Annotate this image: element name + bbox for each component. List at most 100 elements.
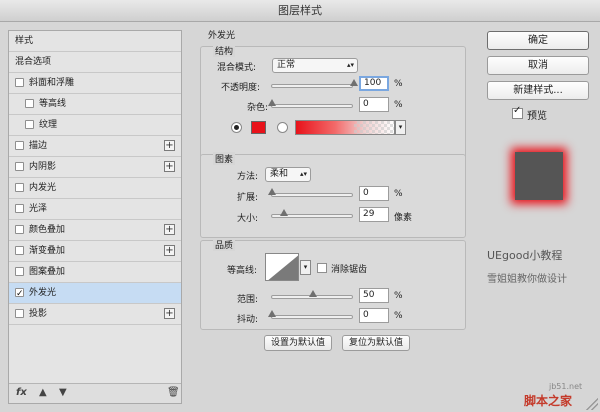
- style-list-item-label: 内发光: [29, 183, 57, 193]
- ok-button[interactable]: 确定: [487, 31, 589, 50]
- style-checkbox[interactable]: [15, 309, 24, 318]
- solid-color-radio[interactable]: [231, 122, 242, 133]
- range-slider-thumb[interactable]: [309, 290, 317, 297]
- transparency-checker: [354, 121, 394, 134]
- style-list-item[interactable]: 投影 +: [9, 304, 181, 325]
- style-checkbox[interactable]: [25, 99, 34, 108]
- opacity-input[interactable]: 100: [359, 76, 389, 91]
- spread-slider-thumb[interactable]: [268, 188, 276, 195]
- style-list-item[interactable]: 斜面和浮雕: [9, 73, 181, 94]
- add-effect-icon[interactable]: +: [164, 308, 175, 319]
- style-list-item[interactable]: 等高线: [9, 94, 181, 115]
- style-preview-square: [515, 152, 563, 200]
- technique-label: 方法:: [237, 172, 259, 182]
- style-list-item[interactable]: 样式: [9, 31, 181, 52]
- size-slider-thumb[interactable]: [280, 209, 288, 216]
- style-list-item-label: 光泽: [29, 204, 48, 214]
- outer-glow-title: 外发光: [208, 31, 236, 41]
- style-list-item-label: 等高线: [39, 99, 67, 109]
- glow-color-swatch[interactable]: [251, 121, 266, 134]
- noise-slider[interactable]: [268, 99, 353, 108]
- elements-group: 图素 方法: 柔和 ▴▾ 扩展: 0 % 大小: 29 像素: [200, 152, 466, 238]
- style-list-item-label: 投影: [29, 309, 48, 319]
- add-effect-icon[interactable]: +: [164, 140, 175, 151]
- glow-gradient-swatch[interactable]: [295, 120, 395, 135]
- size-slider[interactable]: [271, 209, 353, 218]
- noise-label: 杂色:: [247, 103, 269, 113]
- resize-grip[interactable]: [586, 398, 598, 410]
- outer-glow-panel: 外发光 结构 混合模式: 正常 ▴▾ 不透明度: 100 % 杂色: 0 % ▾…: [196, 26, 480, 406]
- contour-curve-icon: [268, 255, 298, 280]
- style-checkbox[interactable]: [15, 183, 24, 192]
- structure-group: 结构 混合模式: 正常 ▴▾ 不透明度: 100 % 杂色: 0 % ▾: [200, 44, 466, 160]
- jitter-input[interactable]: 0: [359, 308, 389, 323]
- style-list-item[interactable]: 颜色叠加 +: [9, 220, 181, 241]
- select-arrows-icon: ▴▾: [346, 61, 354, 69]
- style-checkbox[interactable]: [15, 78, 24, 87]
- style-checkbox[interactable]: [15, 204, 24, 213]
- cancel-button[interactable]: 取消: [487, 56, 589, 75]
- style-checkbox[interactable]: [15, 284, 24, 304]
- style-list-item[interactable]: 内阴影 +: [9, 157, 181, 178]
- style-list-item-label: 颜色叠加: [29, 225, 66, 235]
- noise-input[interactable]: 0: [359, 97, 389, 112]
- technique-select[interactable]: 柔和 ▴▾: [265, 167, 311, 182]
- style-list-item[interactable]: 光泽: [9, 199, 181, 220]
- spread-slider[interactable]: [268, 188, 353, 197]
- style-checkbox[interactable]: [25, 120, 34, 129]
- style-list-item[interactable]: 外发光: [9, 283, 181, 304]
- style-list-item[interactable]: 描边 +: [9, 136, 181, 157]
- noise-slider-thumb[interactable]: [268, 99, 276, 106]
- preview-checkbox[interactable]: [512, 105, 523, 119]
- style-list-item-label: 纹理: [39, 120, 58, 130]
- style-list-item-label: 渐变叠加: [29, 246, 66, 256]
- add-effect-icon[interactable]: +: [164, 161, 175, 172]
- style-list-item[interactable]: 图案叠加: [9, 262, 181, 283]
- style-checkbox[interactable]: [15, 267, 24, 276]
- range-input[interactable]: 50: [359, 288, 389, 303]
- contour-preview[interactable]: [265, 253, 299, 281]
- opacity-slider-thumb[interactable]: [350, 79, 358, 86]
- style-list-item-label: 斜面和浮雕: [29, 78, 75, 88]
- style-checkbox[interactable]: [15, 141, 24, 150]
- range-slider[interactable]: [271, 290, 353, 299]
- window-title: 图层样式: [278, 4, 322, 17]
- spread-input[interactable]: 0: [359, 186, 389, 201]
- style-list-item-label: 描边: [29, 141, 48, 151]
- add-effect-icon[interactable]: +: [164, 245, 175, 256]
- jitter-unit: %: [394, 311, 403, 321]
- style-list-item[interactable]: 纹理: [9, 115, 181, 136]
- reset-default-button[interactable]: 复位为默认值: [342, 335, 410, 351]
- gradient-radio[interactable]: [277, 122, 288, 133]
- style-checkbox[interactable]: [15, 225, 24, 234]
- style-checkbox[interactable]: [15, 246, 24, 255]
- jitter-label: 抖动:: [237, 315, 259, 325]
- add-effect-icon[interactable]: +: [164, 224, 175, 235]
- opacity-slider[interactable]: [271, 79, 358, 88]
- quality-title: 品质: [213, 238, 236, 251]
- antialias-label: 消除锯齿: [331, 265, 368, 275]
- move-up-icon[interactable]: ▲: [39, 387, 47, 398]
- watermark-brand: UEgood小教程: [487, 249, 563, 262]
- new-style-button[interactable]: 新建样式...: [487, 81, 589, 100]
- set-default-button[interactable]: 设置为默认值: [264, 335, 332, 351]
- structure-title: 结构: [213, 44, 236, 57]
- gradient-picker-button[interactable]: ▾: [395, 120, 406, 135]
- style-list-footer: fx ▲ ▼ 🗑: [9, 383, 181, 403]
- style-list-item-label: 外发光: [29, 288, 57, 298]
- antialias-checkbox[interactable]: [317, 263, 327, 273]
- jitter-slider[interactable]: [268, 310, 353, 319]
- quality-group: 品质 等高线: ▾ 消除锯齿 范围: 50 % 抖动: 0 %: [200, 238, 466, 330]
- style-list-item[interactable]: 内发光: [9, 178, 181, 199]
- style-list-item[interactable]: 渐变叠加 +: [9, 241, 181, 262]
- size-label: 大小:: [237, 214, 259, 224]
- size-input[interactable]: 29: [359, 207, 389, 222]
- jitter-slider-thumb[interactable]: [268, 310, 276, 317]
- contour-picker-button[interactable]: ▾: [300, 260, 311, 275]
- style-list-item[interactable]: 混合选项: [9, 52, 181, 73]
- blend-mode-select[interactable]: 正常 ▴▾: [272, 58, 358, 73]
- fx-icon[interactable]: fx: [16, 387, 27, 398]
- style-checkbox[interactable]: [15, 162, 24, 171]
- trash-icon[interactable]: 🗑: [167, 387, 180, 398]
- move-down-icon[interactable]: ▼: [59, 387, 67, 398]
